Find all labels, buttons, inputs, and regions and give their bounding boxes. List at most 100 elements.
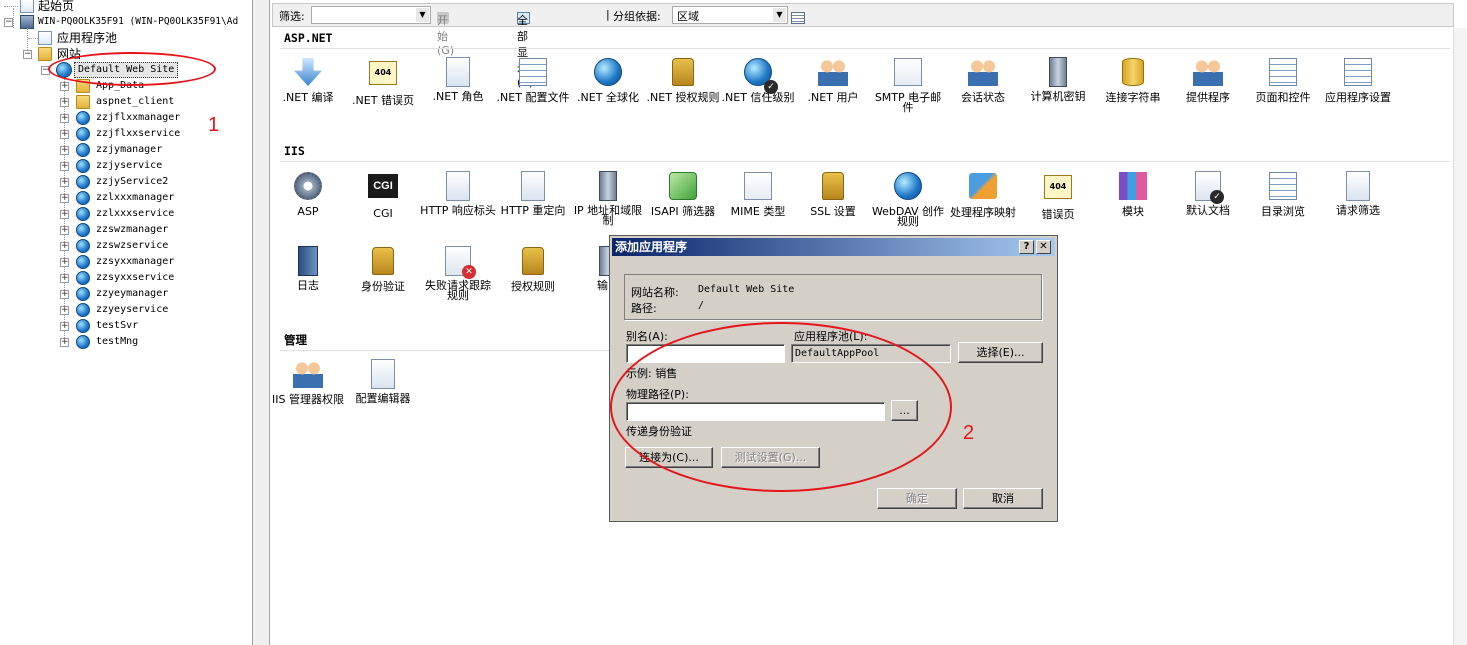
feature-icon (822, 172, 844, 200)
feature-item[interactable]: IIS 管理器权限 (270, 358, 346, 405)
feature-label: 失败请求跟踪规则 (425, 279, 491, 302)
annotation-number-1: 1 (208, 114, 220, 136)
feature-item[interactable]: CGI CGI (345, 170, 421, 219)
section-title-aspnet: ASP.NET (284, 31, 333, 45)
dropdown-arrow-icon[interactable]: ▼ (773, 8, 786, 22)
tree-item-label: zzjyService2 (96, 176, 169, 187)
expand-icon[interactable]: + (60, 242, 69, 251)
connections-tree: 起始页 − WIN-PQ0OLK35F91 (WIN-PQ0OLK35F91\A… (0, 0, 252, 645)
feature-item[interactable]: .NET 角色 (420, 56, 496, 102)
feature-item[interactable]: .NET 编译 (270, 56, 346, 103)
expand-icon[interactable]: + (60, 338, 69, 347)
feature-item[interactable]: 应用程序设置 (1320, 56, 1396, 103)
feature-label: 连接字符串 (1105, 91, 1161, 104)
feature-item[interactable]: 404 .NET 错误页 (345, 56, 421, 106)
site-name-value: Default Web Site (698, 284, 795, 295)
cancel-button[interactable]: 取消 (963, 488, 1043, 509)
feature-item[interactable]: 处理程序映射 (945, 170, 1021, 218)
expand-icon[interactable]: + (60, 306, 69, 315)
tree-item-label: zzjflxxmanager (96, 112, 181, 123)
feature-item[interactable]: SSL 设置 (795, 170, 871, 217)
feature-item[interactable]: 提供程序 (1170, 56, 1246, 103)
collapse-icon[interactable]: − (23, 50, 32, 59)
feature-item[interactable]: 默认文档 (1170, 170, 1246, 216)
expand-icon[interactable]: + (60, 274, 69, 283)
tree-item-label: testSvr (96, 320, 139, 331)
start-button[interactable]: 开始(G) ▾ (437, 8, 454, 57)
expand-icon[interactable]: + (60, 194, 69, 203)
feature-icon (446, 171, 470, 201)
feature-item[interactable]: SMTP 电子邮件 (870, 56, 946, 113)
feature-label: WebDAV 创作规则 (871, 205, 945, 228)
feature-item[interactable]: 失败请求跟踪规则 (420, 245, 496, 301)
section-title-manage: 管理 (284, 333, 307, 347)
pane-splitter[interactable] (252, 0, 270, 645)
feature-item[interactable]: .NET 授权规则 (645, 56, 721, 103)
collapse-icon[interactable]: − (4, 18, 13, 27)
site-info-group (624, 274, 1042, 320)
feature-item[interactable]: 配置编辑器 (345, 358, 421, 404)
feature-item[interactable]: 目录浏览 (1245, 170, 1321, 217)
feature-item[interactable]: MIME 类型 (720, 170, 796, 217)
feature-item[interactable]: 404 错误页 (1020, 170, 1096, 220)
feature-item[interactable]: IP 地址和域限制 (570, 170, 646, 226)
view-mode-button[interactable]: ▾ (791, 8, 805, 24)
feature-item[interactable]: 日志 (270, 245, 346, 291)
feature-label: 页面和控件 (1255, 91, 1311, 104)
feature-item[interactable]: HTTP 重定向 (495, 170, 571, 216)
vertical-scrollbar[interactable] (1453, 28, 1467, 645)
feature-icon (969, 173, 997, 199)
help-button[interactable]: ? (1019, 240, 1034, 254)
feature-item[interactable]: .NET 配置文件 (495, 56, 571, 103)
feature-label: 提供程序 (1186, 91, 1230, 104)
feature-item[interactable]: 授权规则 (495, 245, 571, 292)
feature-item[interactable]: 连接字符串 (1095, 56, 1171, 103)
feature-item[interactable]: 会话状态 (945, 56, 1021, 103)
expand-icon[interactable]: + (60, 226, 69, 235)
feature-item[interactable]: WebDAV 创作规则 (870, 170, 946, 227)
filter-input[interactable]: ▼ (311, 6, 431, 24)
feature-icon (519, 58, 547, 86)
feature-icon: CGI (368, 174, 398, 198)
feature-label: 请求筛选 (1336, 204, 1380, 217)
feature-item[interactable]: 身份验证 (345, 245, 421, 292)
expand-icon[interactable]: + (60, 178, 69, 187)
group-by-select[interactable]: 区域 ▼ (672, 6, 788, 24)
expand-icon[interactable]: + (60, 114, 69, 123)
expand-icon[interactable]: + (60, 98, 69, 107)
feature-label: HTTP 响应标头 (420, 204, 496, 217)
select-app-pool-button[interactable]: 选择(E)... (958, 342, 1043, 363)
feature-item[interactable]: ASP (270, 170, 346, 217)
feature-item[interactable]: ISAPI 筛选器 (645, 170, 721, 217)
application-icon (76, 159, 90, 173)
feature-label: ASP (297, 205, 319, 218)
expand-icon[interactable]: + (60, 290, 69, 299)
feature-icon (669, 172, 697, 200)
tree-item-label: zzsyxxservice (96, 272, 175, 283)
feature-item[interactable]: .NET 用户 (795, 56, 871, 103)
feature-item[interactable]: HTTP 响应标头 (420, 170, 496, 216)
feature-item[interactable]: 计算机密钥 (1020, 56, 1096, 102)
feature-item[interactable]: 模块 (1095, 170, 1171, 217)
feature-item[interactable]: 页面和控件 (1245, 56, 1321, 103)
ok-button[interactable]: 确定 (877, 488, 957, 509)
feature-item[interactable]: .NET 全球化 (570, 56, 646, 103)
application-icon (76, 223, 90, 237)
dropdown-arrow-icon[interactable]: ▼ (416, 8, 429, 22)
feature-item[interactable]: .NET 信任级别 (720, 56, 796, 103)
feature-icon (744, 172, 772, 200)
expand-icon[interactable]: + (60, 322, 69, 331)
feature-label: 应用程序设置 (1325, 91, 1391, 104)
expand-icon[interactable]: + (60, 162, 69, 171)
expand-icon[interactable]: + (60, 210, 69, 219)
expand-icon[interactable]: + (60, 258, 69, 267)
app-pool-icon (38, 31, 52, 45)
expand-icon[interactable]: + (60, 130, 69, 139)
feature-icon (294, 172, 322, 200)
expand-icon[interactable]: + (60, 82, 69, 91)
close-button[interactable]: ✕ (1036, 240, 1051, 254)
expand-icon[interactable]: + (60, 146, 69, 155)
server-icon (20, 15, 34, 29)
feature-item[interactable]: 请求筛选 (1320, 170, 1396, 216)
feature-icon (818, 58, 848, 86)
